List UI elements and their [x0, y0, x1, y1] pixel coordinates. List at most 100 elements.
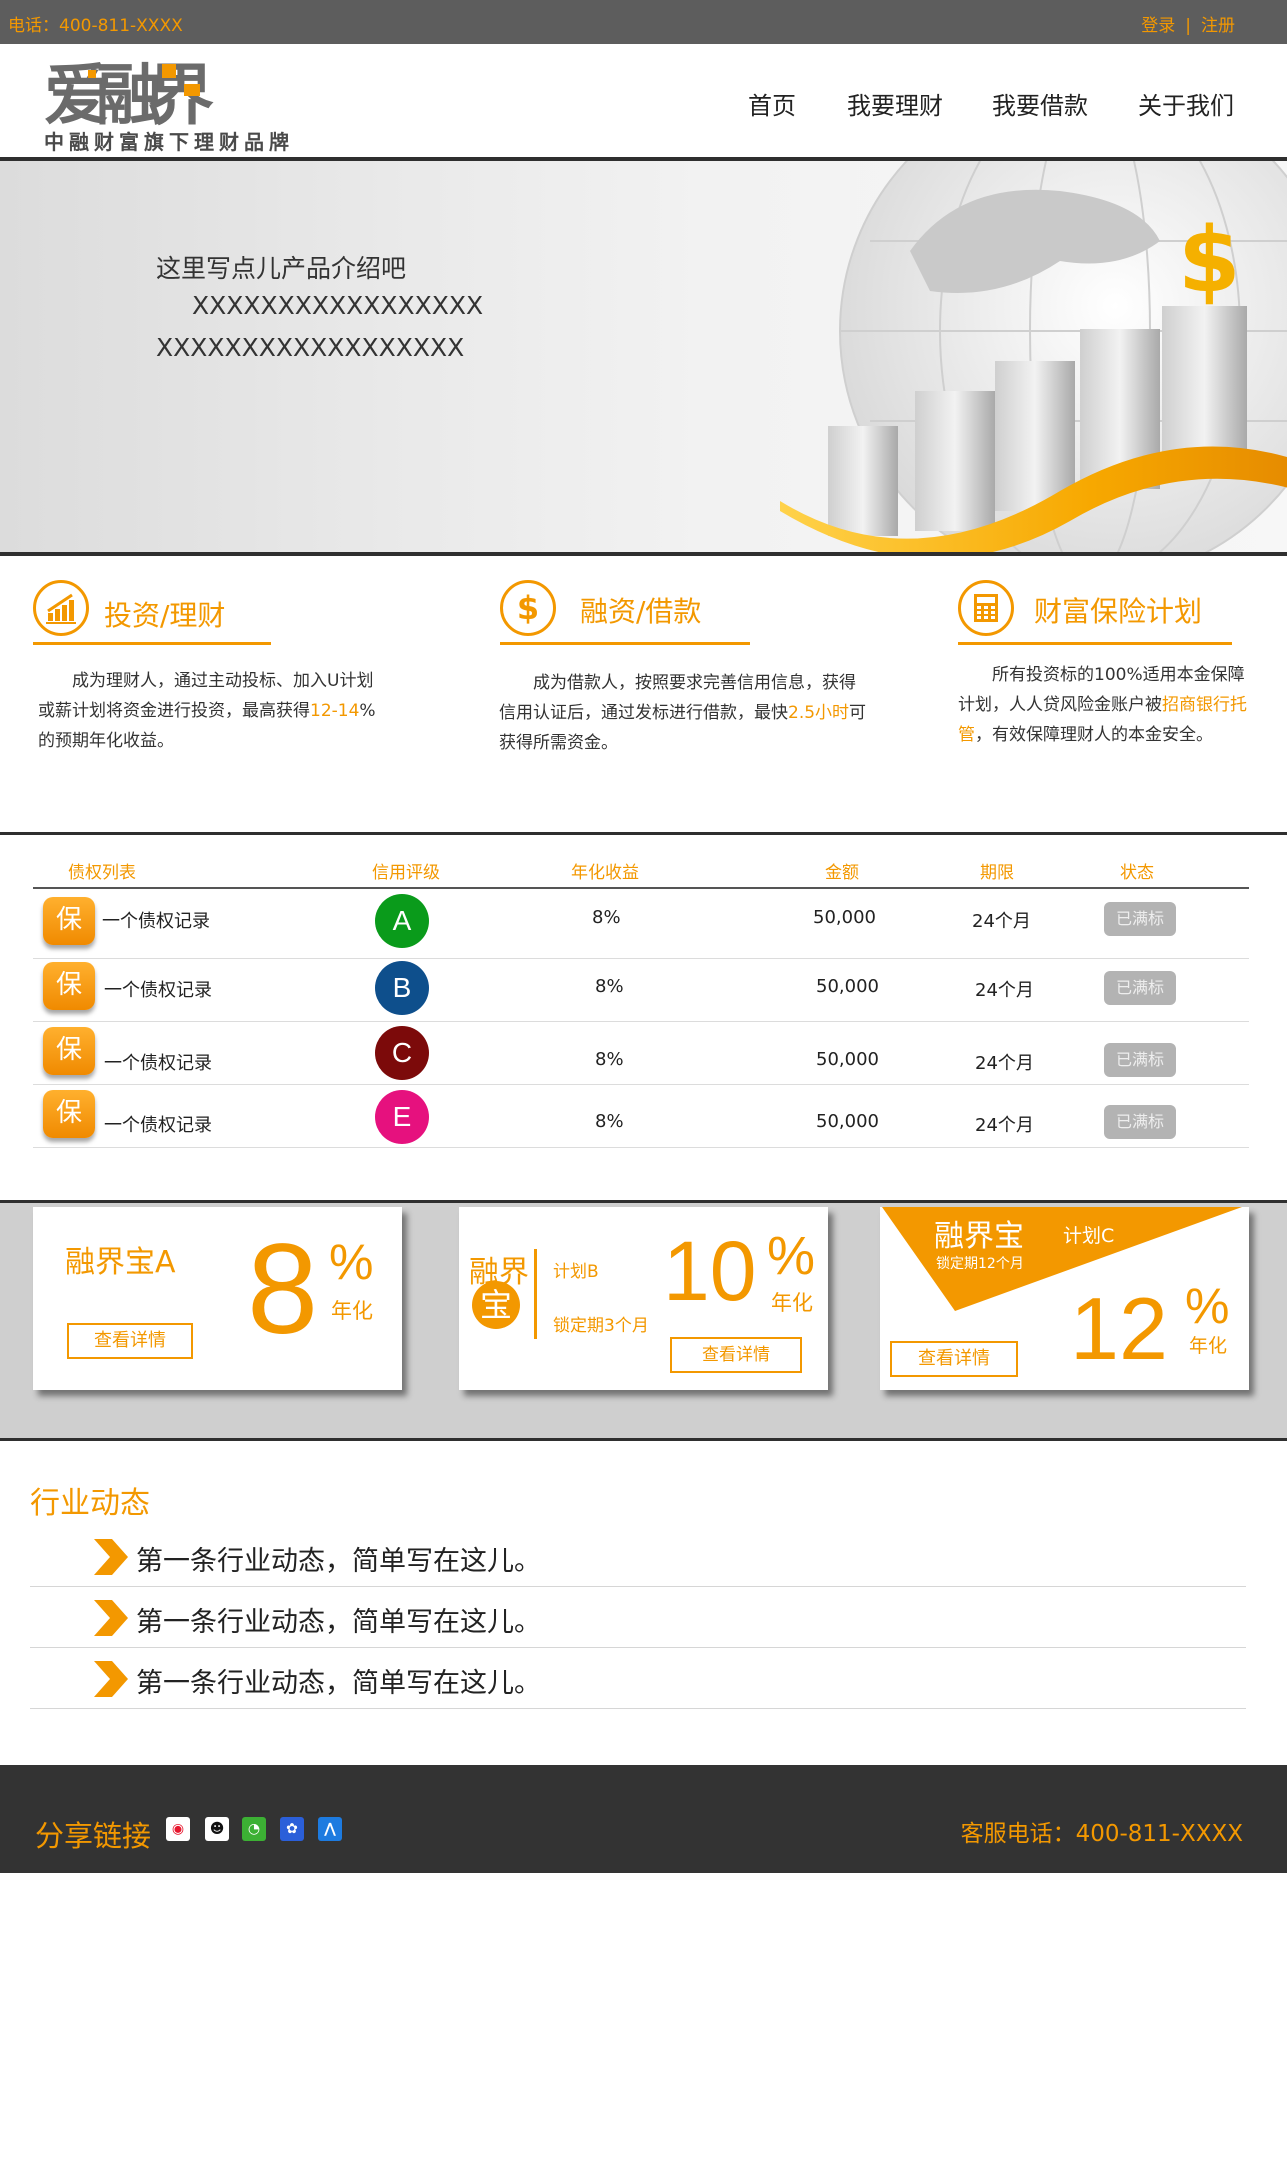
rate-cell: 8%: [592, 907, 621, 928]
term-cell: 24个月: [975, 1053, 1034, 1074]
feature-title-insurance[interactable]: 财富保险计划: [1034, 590, 1202, 630]
wechat-icon[interactable]: ◔: [242, 1817, 266, 1841]
site-header: 爱融界 中融财富旗下理财品牌 首页 我要理财 我要借款 关于我们: [0, 44, 1287, 157]
product-rate: 10: [663, 1224, 757, 1318]
table-row[interactable]: 保 一个债权记录 A 8% 50,000 24个月 已满标: [0, 890, 1287, 958]
feature-title-borrow[interactable]: 融资/借款: [580, 590, 701, 630]
feature-desc-invest: 成为理财人，通过主动投标、加入U计划 或薪计划将资金进行投资，最高获得12-14…: [38, 671, 376, 751]
table-header-line: [33, 887, 1249, 889]
auth-separator: |: [1185, 16, 1191, 36]
top-bar: 电话：400-811-XXXX 登录 | 注册: [0, 0, 1287, 44]
view-details-button[interactable]: 查看详情: [890, 1341, 1018, 1377]
register-link[interactable]: 注册: [1201, 16, 1235, 36]
col-header-amount: 金额: [825, 863, 859, 883]
news-divider: [30, 1586, 1246, 1587]
product-rate-label: 年化: [771, 1291, 813, 1315]
guarantee-badge: 保: [43, 897, 95, 945]
news-item[interactable]: 第一条行业动态，简单写在这儿。: [136, 1661, 541, 1700]
table-row[interactable]: 保 一个债权记录 C 8% 50,000 24个月 已满标: [0, 1022, 1287, 1084]
chevron-right-icon: [94, 1661, 128, 1701]
feature-underline: [500, 642, 750, 645]
feature-desc-borrow: 成为借款人，按照要求完善信用信息，获得 信用认证后，通过发标进行借款，最快2.5…: [499, 673, 867, 753]
col-header-status: 状态: [1120, 863, 1154, 883]
rate-cell: 8%: [595, 1111, 624, 1132]
banner-illustration: $: [780, 161, 1287, 552]
products-divider-bottom: [0, 1438, 1287, 1441]
dollar-sign-graphic: $: [1178, 208, 1241, 313]
product-lock: 锁定期12个月: [936, 1256, 1024, 1272]
logo-accent-block: [88, 70, 96, 78]
rate-cell: 8%: [595, 976, 624, 997]
table-row[interactable]: 保 一个债权记录 B 8% 50,000 24个月 已满标: [0, 959, 1287, 1021]
baidu-icon[interactable]: ✿: [280, 1817, 304, 1841]
rate-cell: 8%: [595, 1049, 624, 1070]
nav-borrow[interactable]: 我要借款: [992, 86, 1088, 121]
feature-title-invest[interactable]: 投资/理财: [104, 594, 225, 634]
bar-chart-icon: [33, 580, 89, 636]
banner-line-3: XXXXXXXXXXXXXXXXXX: [156, 333, 465, 362]
nav-invest[interactable]: 我要理财: [847, 86, 943, 121]
record-name[interactable]: 一个债权记录: [104, 1111, 212, 1137]
nav-home[interactable]: 首页: [748, 86, 796, 121]
dollar-icon: $: [500, 580, 556, 636]
qq-icon[interactable]: ☻: [205, 1817, 229, 1841]
logo-slogan: 中融财富旗下理财品牌: [44, 130, 294, 154]
product-plan: 计划C: [1063, 1225, 1115, 1247]
login-link[interactable]: 登录: [1141, 16, 1175, 36]
col-header-grade: 信用评级: [372, 863, 440, 883]
feature-desc-insurance: 所有投资标的100%适用本金保障 计划，人人贷风险金账户被招商银行托 管，有效保…: [958, 665, 1247, 745]
guarantee-badge: 保: [43, 962, 95, 1010]
guarantee-badge: 保: [43, 1090, 95, 1138]
row-divider: [33, 1147, 1249, 1148]
term-cell: 24个月: [972, 911, 1031, 932]
product-rate-percent: %: [1185, 1278, 1230, 1334]
logo-accent-block: [162, 64, 176, 78]
status-button[interactable]: 已满标: [1104, 1043, 1176, 1077]
status-button[interactable]: 已满标: [1104, 1105, 1176, 1139]
product-card-c[interactable]: 融界宝 计划C 锁定期12个月 12 % 年化 查看详情: [880, 1207, 1249, 1390]
product-card-b[interactable]: 融界 宝 计划B 锁定期3个月 10 % 年化 查看详情: [459, 1207, 828, 1390]
status-button[interactable]: 已满标: [1104, 902, 1176, 936]
weibo-icon[interactable]: ◉: [166, 1817, 190, 1841]
grade-badge: A: [375, 894, 429, 948]
view-details-button[interactable]: 查看详情: [67, 1323, 193, 1359]
chevron-right-icon: [94, 1539, 128, 1579]
product-name-bottom-badge: 宝: [472, 1281, 520, 1329]
footer-hotline: 客服电话：400-811-XXXX: [960, 1821, 1243, 1847]
section-divider: [0, 832, 1287, 835]
record-name[interactable]: 一个债权记录: [102, 907, 210, 933]
product-lock: 锁定期3个月: [553, 1316, 649, 1336]
product-rate: 12: [1070, 1279, 1168, 1378]
table-row[interactable]: 保 一个债权记录 E 8% 50,000 24个月 已满标: [0, 1085, 1287, 1147]
feature-underline: [33, 642, 271, 645]
news-item[interactable]: 第一条行业动态，简单写在这儿。: [136, 1539, 541, 1578]
amount-cell: 50,000: [816, 1111, 879, 1132]
view-details-button[interactable]: 查看详情: [670, 1337, 802, 1373]
product-rate-label: 年化: [331, 1299, 373, 1323]
banner-line-2: XXXXXXXXXXXXXXXXX: [192, 291, 484, 320]
logo-graphic: 爱融界: [44, 57, 228, 134]
feature-underline: [958, 642, 1232, 645]
col-header-rate: 年化收益: [571, 863, 639, 883]
product-rate: 8: [247, 1218, 319, 1361]
term-cell: 24个月: [975, 980, 1034, 1001]
amount-cell: 50,000: [816, 976, 879, 997]
auth-links: 登录 | 注册: [1141, 11, 1235, 36]
product-card-a[interactable]: 融界宝A 8 % 年化 查看详情: [33, 1207, 402, 1390]
status-button[interactable]: 已满标: [1104, 971, 1176, 1005]
logo-accent-block: [184, 84, 200, 96]
nav-about[interactable]: 关于我们: [1138, 86, 1234, 121]
record-name[interactable]: 一个债权记录: [104, 976, 212, 1002]
chevron-right-icon: [94, 1600, 128, 1640]
top-phone: 电话：400-811-XXXX: [8, 16, 183, 36]
news-item[interactable]: 第一条行业动态，简单写在这儿。: [136, 1600, 541, 1639]
renren-icon[interactable]: ⋀: [318, 1817, 342, 1841]
product-rate-percent: %: [329, 1234, 374, 1290]
col-header-list: 债权列表: [68, 863, 136, 883]
col-header-term: 期限: [980, 863, 1014, 883]
news-divider: [30, 1647, 1246, 1648]
logo[interactable]: 爱融界: [44, 56, 228, 134]
record-name[interactable]: 一个债权记录: [104, 1049, 212, 1075]
product-name: 融界宝A: [65, 1245, 176, 1280]
product-plan: 计划B: [553, 1262, 599, 1282]
